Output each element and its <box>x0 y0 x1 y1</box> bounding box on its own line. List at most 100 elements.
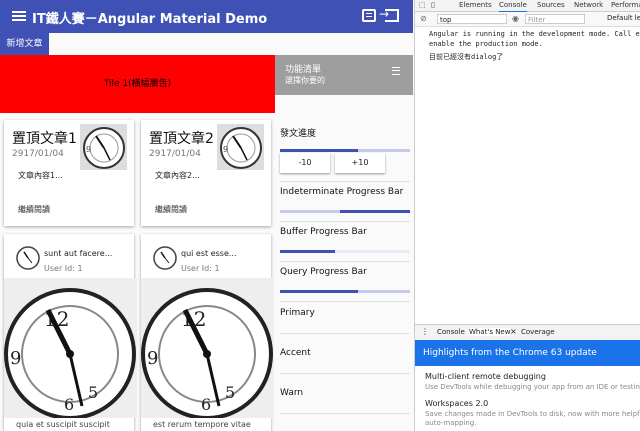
clock-thumbnail: 9 <box>217 124 264 170</box>
feature-title[interactable]: Workspaces 2.0 <box>425 399 488 408</box>
more-icon[interactable]: ⋮ <box>421 327 429 336</box>
post-content: 文章內容2... <box>155 171 200 180</box>
side-menu-title: 功能清單 <box>285 65 322 75</box>
read-more-link[interactable]: 繼續閱讀 <box>18 204 50 215</box>
query-progress-bar <box>280 290 410 293</box>
divider <box>280 333 410 334</box>
primary-label: Primary <box>280 308 315 318</box>
clock-thumbnail: 9 <box>80 124 127 170</box>
warn-label: Warn <box>280 388 304 398</box>
whats-new-banner: Highlights from the Chrome 63 update <box>415 340 640 366</box>
svg-text:5: 5 <box>88 383 98 402</box>
feature-desc: auto-mapping. <box>425 419 477 427</box>
plus-ten-button[interactable]: +10 <box>335 153 385 173</box>
indeterminate-label: Indeterminate Progress Bar <box>280 187 404 197</box>
side-menu-subtitle: 選擇你要的 <box>285 76 325 85</box>
drawer-tab-coverage[interactable]: Coverage <box>521 328 555 336</box>
feature-desc: Save changes made in DevTools to disk, n… <box>425 410 640 418</box>
console-line: enable the production mode. <box>429 40 543 48</box>
avatar <box>153 246 177 270</box>
svg-text:5: 5 <box>225 383 235 402</box>
query-label: Query Progress Bar <box>280 267 367 277</box>
action-bar: 新增文章 <box>0 33 413 55</box>
user-post-card: qui est esse... User Id: 1 12 9 5 6 est rer… <box>141 234 274 431</box>
post-content: 文章內容1... <box>18 171 63 180</box>
feature-title[interactable]: Multi-client remote debugging <box>425 372 546 381</box>
divider <box>280 221 410 222</box>
console-toolbar: ⊘ top ◉ Filter Default lev <box>415 12 640 27</box>
devtools-panel: ⬚ ▯ Elements Console Sources Network Per… <box>414 0 640 431</box>
menu-icon[interactable] <box>12 9 26 23</box>
buffer-progress-bar <box>280 250 410 253</box>
pinned-post-card: 置頂文章1 2917/01/04 9 文章內容1... 繼續閱讀 <box>4 120 134 226</box>
minus-ten-button[interactable]: -10 <box>280 153 330 173</box>
post-date: 2917/01/04 <box>12 149 64 159</box>
clock-image: 12 9 5 6 <box>4 278 137 418</box>
divider <box>280 181 410 182</box>
user-post-title: sunt aut facere... <box>44 249 113 258</box>
filter-input[interactable]: Filter <box>525 14 585 24</box>
angular-app: IT鐵人賽－Angular Material Demo 新增文章 Tile 1(… <box>0 0 413 431</box>
avatar <box>16 246 40 270</box>
side-panel: 發文進度 -10 +10 Indeterminate Progress Bar … <box>275 95 413 431</box>
divider <box>280 413 410 414</box>
top-toolbar: IT鐵人賽－Angular Material Demo <box>0 0 413 33</box>
progress-fill <box>280 290 358 293</box>
device-icon[interactable]: ▯ <box>431 1 435 9</box>
post-progress-bar <box>280 149 410 152</box>
new-post-button[interactable]: 新增文章 <box>0 33 49 55</box>
drawer-tab-console[interactable]: Console <box>437 328 465 336</box>
read-more-link[interactable]: 繼續閱讀 <box>155 204 187 215</box>
svg-text:6: 6 <box>201 395 211 414</box>
user-id: User Id: 1 <box>44 264 83 273</box>
close-icon[interactable]: × <box>510 327 517 336</box>
drawer-tab-whats-new[interactable]: What's New <box>469 328 511 336</box>
progress-fill <box>340 210 410 213</box>
divider <box>280 373 410 374</box>
clear-icon[interactable]: ⊘ <box>420 14 427 23</box>
buffer-label: Buffer Progress Bar <box>280 227 367 237</box>
pinned-post-card: 置頂文章2 2917/01/04 9 文章內容2... 繼續閱讀 <box>141 120 271 226</box>
svg-text:9: 9 <box>147 348 158 369</box>
divider <box>280 301 410 302</box>
log-levels-select[interactable]: Default lev <box>607 14 640 22</box>
drawer-tabs: ⋮ Console What's New × Coverage <box>415 324 640 341</box>
post-progress-label: 發文進度 <box>280 129 317 139</box>
console-line: 目前已經沒有dialog了 <box>429 53 504 61</box>
user-post-title: qui est esse... <box>181 249 237 258</box>
user-post-card: sunt aut facere... User Id: 1 12 9 5 6 quia… <box>4 234 137 431</box>
accent-label: Accent <box>280 348 311 358</box>
ad-banner: Tile 1(橫幅廣告) <box>0 55 275 113</box>
side-menu-header: 功能清單 選擇你要的 <box>275 55 413 95</box>
exit-icon[interactable] <box>379 7 399 22</box>
chat-icon[interactable] <box>362 9 376 22</box>
post-title: 置頂文章2 <box>149 131 214 147</box>
list-icon[interactable] <box>392 67 400 75</box>
tab-elements[interactable]: Elements <box>459 0 492 11</box>
tab-performance[interactable]: Performa <box>611 0 640 11</box>
svg-text:6: 6 <box>64 395 74 414</box>
inspect-icon[interactable]: ⬚ <box>419 1 426 9</box>
context-select[interactable]: top <box>437 14 507 24</box>
console-line: Angular is running in the development mo… <box>429 30 640 38</box>
svg-text:9: 9 <box>86 145 91 154</box>
progress-fill <box>280 250 335 253</box>
user-id: User Id: 1 <box>181 264 220 273</box>
tab-network[interactable]: Network <box>574 0 603 11</box>
progress-fill <box>280 149 358 152</box>
feature-desc: Use DevTools while debugging your app fr… <box>425 383 640 391</box>
post-title: 置頂文章1 <box>12 131 77 147</box>
clock-image: 12 9 5 6 <box>141 278 274 418</box>
post-date: 2917/01/04 <box>149 149 201 159</box>
svg-text:9: 9 <box>223 145 228 154</box>
console-output: Angular is running in the development mo… <box>415 28 640 64</box>
svg-text:9: 9 <box>10 348 21 369</box>
divider <box>280 261 410 262</box>
eye-icon[interactable]: ◉ <box>512 14 519 23</box>
app-title: IT鐵人賽－Angular Material Demo <box>32 12 268 27</box>
devtools-tabs: ⬚ ▯ Elements Console Sources Network Per… <box>415 0 640 13</box>
tab-sources[interactable]: Sources <box>537 0 565 11</box>
indeterminate-progress-bar <box>280 210 410 213</box>
post-excerpt: est rerum tempore vitae <box>153 420 251 429</box>
post-excerpt: quia et suscipit suscipit <box>16 420 110 429</box>
